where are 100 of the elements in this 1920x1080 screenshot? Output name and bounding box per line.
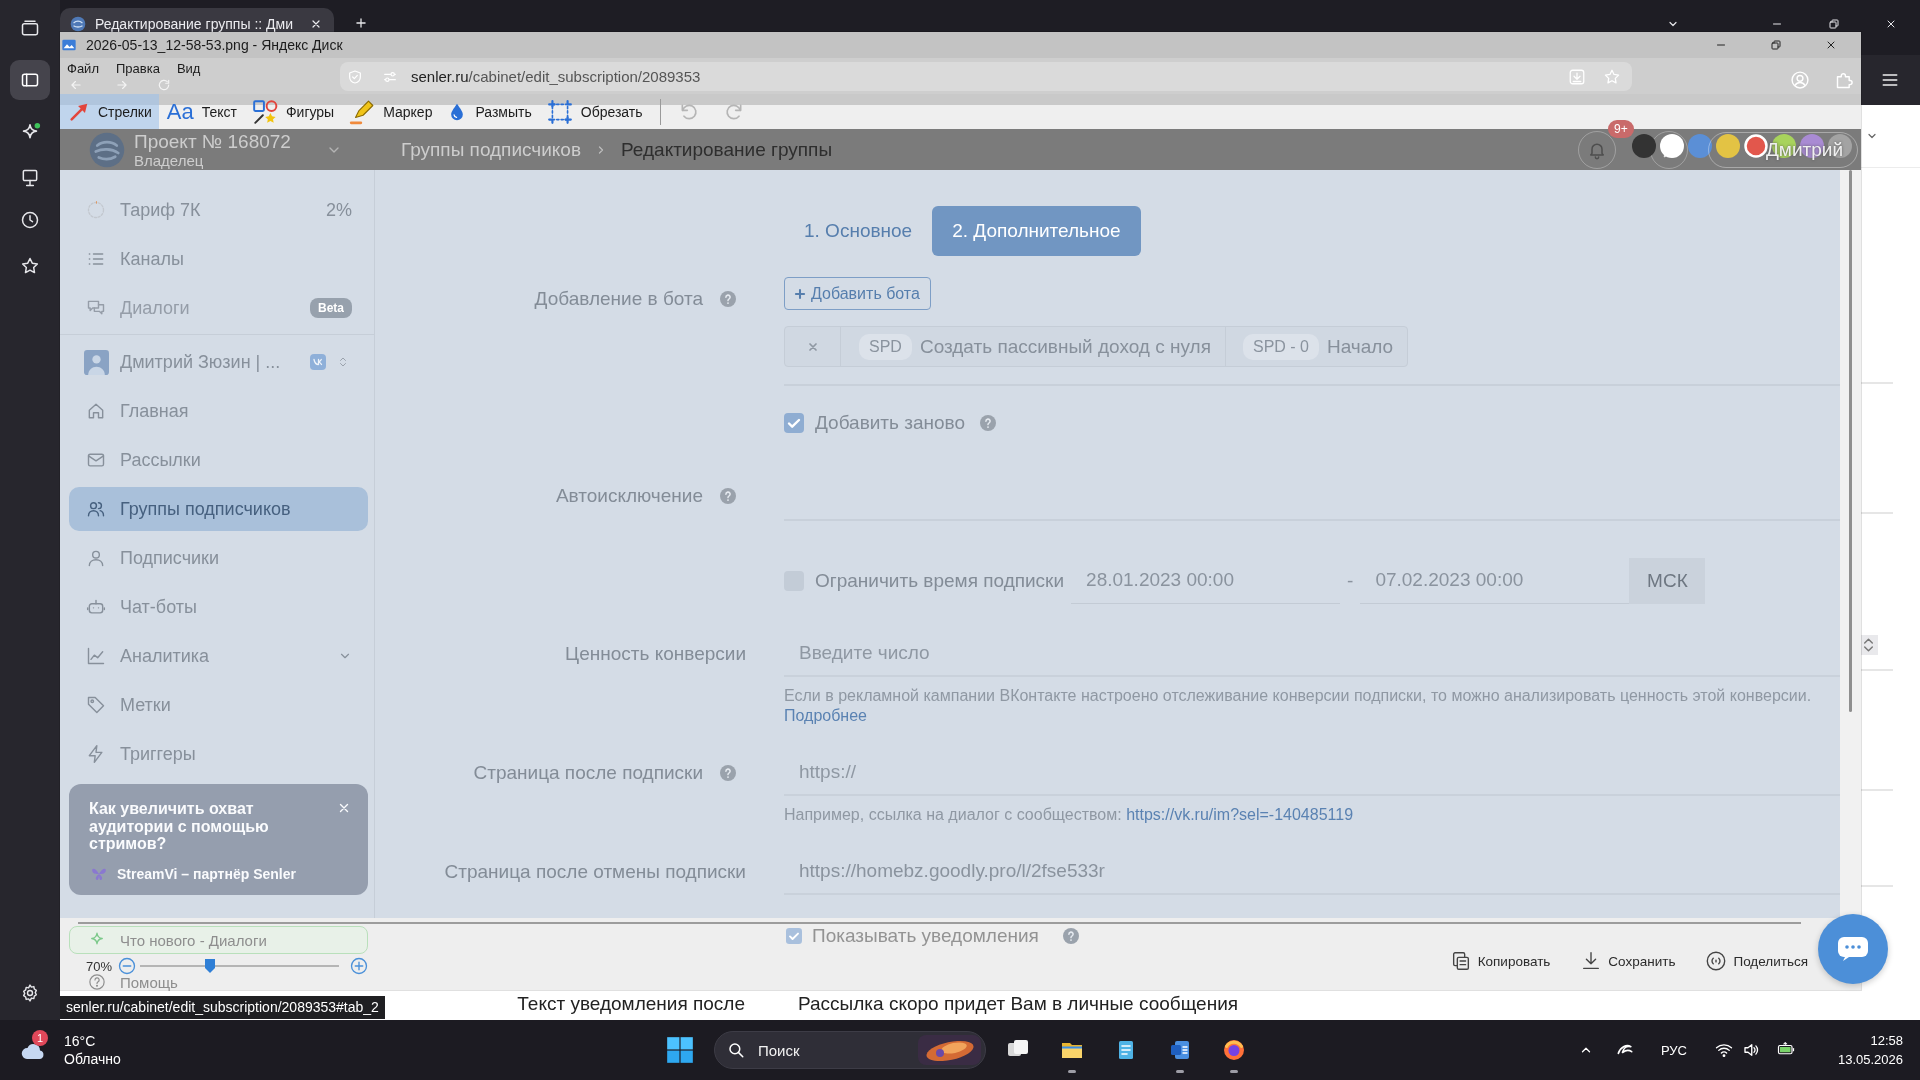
robot-icon [86, 597, 106, 617]
search-input[interactable]: Поиск [758, 1039, 918, 1061]
date-input[interactable]: 07.02.2023 00:00 [1360, 557, 1630, 604]
menu-item[interactable]: Вид [176, 61, 201, 77]
form-label: Текст уведомления после [517, 992, 745, 1015]
nav-item[interactable]: Метки [69, 683, 368, 727]
language-indicator[interactable]: РУС [1660, 1042, 1687, 1058]
nav-item[interactable]: Чат-боты [69, 585, 368, 629]
color-swatch-icon[interactable] [1716, 134, 1740, 158]
menu-item[interactable]: Правка [115, 61, 160, 77]
step-tab[interactable]: 2. Дополнительное [932, 206, 1141, 256]
tag-icon [86, 695, 106, 715]
nav-item[interactable]: Рассылки [69, 438, 368, 482]
status-url-tooltip: senler.ru/cabinet/edit_subscription/2089353#tab_2 [60, 996, 385, 1019]
scrollbar-thumb[interactable] [1849, 170, 1852, 712]
monitor-icon[interactable] [20, 168, 40, 188]
usage-reading: 2% [326, 199, 352, 221]
nav-item[interactable]: Подписчики [69, 536, 368, 580]
chart-icon [86, 646, 106, 666]
updown-icon [337, 355, 349, 369]
sidebar-toggle-button[interactable] [10, 60, 50, 100]
field-value: Рассылка скоро придет Вам в личные сообщения [798, 992, 1239, 1015]
restore-icon[interactable] [1828, 18, 1840, 30]
help-link[interactable]: Помощь [69, 974, 368, 990]
star-icon[interactable] [20, 256, 40, 276]
speaker-icon[interactable] [1741, 1041, 1760, 1059]
slider-thumb[interactable] [203, 958, 216, 974]
form-label: Страница после подписки [473, 761, 703, 785]
wifi-icon[interactable] [1714, 1041, 1733, 1059]
nav-item[interactable]: Главная [69, 389, 368, 433]
text-input[interactable]: https:// [784, 750, 1840, 796]
close-icon[interactable] [310, 18, 322, 30]
status-badge: Beta [310, 298, 352, 318]
checkbox[interactable] [786, 928, 802, 944]
avatar-icon [84, 349, 109, 375]
tool-button[interactable]: Размыть [439, 94, 539, 129]
share-button[interactable]: Поделиться [1705, 950, 1808, 972]
question-icon [88, 973, 106, 991]
bot-tag: SPD [859, 333, 912, 360]
help-icon[interactable] [720, 291, 736, 307]
start-icon[interactable] [666, 1036, 694, 1064]
add-bot-button[interactable]: Добавить бота [784, 277, 931, 310]
date-input[interactable]: 28.01.2023 00:00 [1071, 557, 1341, 604]
save-button[interactable]: Сохранить [1580, 950, 1676, 972]
zoom-out-icon[interactable] [118, 957, 137, 975]
clock-icon[interactable] [20, 210, 40, 230]
tool-button[interactable]: Обрезать [538, 94, 650, 129]
nav-item[interactable]: Аналитика [69, 634, 368, 678]
nav-item[interactable]: Триггеры [69, 732, 368, 776]
range-separator: - [1347, 569, 1354, 592]
tabs-icon[interactable] [20, 18, 40, 38]
zoom-level-text: 70% [86, 958, 113, 974]
project-role: Владелец [134, 151, 205, 169]
copy-button[interactable]: Копировать [1449, 950, 1551, 972]
help-icon[interactable] [980, 415, 997, 431]
nav-item[interactable]: Группы подписчиков [69, 487, 368, 531]
color-swatch-icon[interactable] [1688, 134, 1712, 158]
weather-temperature: 16°C [64, 1032, 97, 1050]
zoom-in-icon[interactable] [350, 957, 368, 975]
timezone-label: МСК [1629, 557, 1706, 604]
search-box[interactable]: Поиск [714, 1031, 986, 1069]
project-name: Проект № 168072 [134, 130, 292, 152]
whats-new-link[interactable]: Что нового - Диалоги [69, 926, 368, 954]
menu-item[interactable]: Файл [67, 61, 99, 77]
breadcrumb-link[interactable]: Группы подписчиков [401, 138, 581, 161]
help-icon[interactable] [720, 488, 736, 504]
help-icon[interactable] [1062, 928, 1079, 944]
settings-icon[interactable] [20, 983, 40, 1003]
clock-time: 12:58 [1870, 1032, 1903, 1050]
channel-selector[interactable]: Дмитрий Зюзин | ... [69, 340, 368, 384]
tool-button[interactable]: Фигуры [243, 94, 342, 129]
tool-button[interactable]: Стрелки [60, 94, 159, 129]
remove-icon[interactable] [806, 340, 819, 353]
close-icon[interactable] [1825, 39, 1837, 51]
plan-name: Тариф 7К [120, 199, 201, 221]
star-icon[interactable] [1603, 67, 1621, 86]
nav-item[interactable]: Каналы [69, 237, 368, 281]
example-link[interactable]: https://vk.ru/im?sel=-140485119 [1126, 806, 1354, 823]
number-input[interactable]: Введите число [784, 631, 1840, 677]
more-link[interactable]: Подробнее [784, 707, 867, 724]
restore-icon[interactable] [1770, 39, 1782, 51]
step-tab[interactable]: 1. Основное [784, 206, 933, 256]
partner-text: StreamVi – партнёр Senler [117, 865, 296, 882]
color-swatch-icon[interactable] [1660, 134, 1684, 158]
tool-button[interactable]: Aa Текст [158, 94, 244, 129]
checkbox[interactable] [784, 413, 804, 433]
plus-icon [793, 286, 807, 301]
hint-text: Например, ссылка на диалог с сообществом: https://vk.ru/im?sel=-140485119 [784, 805, 1355, 825]
browser-tab[interactable]: Редактирование группы :: Дми [60, 8, 334, 32]
step-name: Начало [1327, 335, 1395, 358]
promo-text: Как увеличить охват аудитории с помощью стримов? [89, 800, 270, 853]
color-swatch-icon[interactable] [1632, 134, 1656, 158]
address-bar[interactable]: senler.ru/cabinet/edit_subscription/2089353 [340, 62, 1632, 91]
help-icon[interactable] [720, 765, 736, 781]
color-swatch-icon[interactable] [1744, 134, 1768, 158]
hint-text: Если в рекламной кампании ВКонтакте настроено отслеживание конверсии подписки, то можно анализировать ценность этой конверсии. Подробнее [784, 686, 1813, 726]
tool-button[interactable]: Маркер [341, 94, 440, 129]
text-input[interactable]: https://homebz.goodly.pro/l/2fse533r [784, 849, 1840, 895]
close-icon[interactable] [1885, 18, 1897, 30]
new-tab-icon[interactable] [354, 16, 368, 30]
